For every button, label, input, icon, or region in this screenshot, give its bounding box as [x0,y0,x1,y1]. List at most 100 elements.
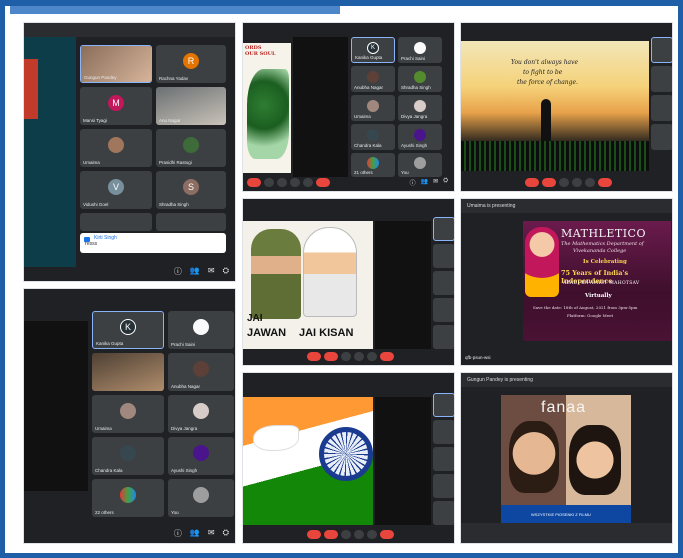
dove-shape [253,425,299,451]
activities-icon[interactable]: ⛭ [223,266,229,277]
dark-strip [461,523,672,543]
participant-tile[interactable] [156,213,226,231]
more-options-button[interactable] [367,352,377,361]
participant-tile[interactable]: R Rachna Yadav [156,45,226,83]
participant-tile[interactable] [433,271,454,295]
participant-tile[interactable]: Divya Jangra [168,395,234,433]
participant-tile[interactable]: Chandra Kala [351,124,395,150]
participant-tile[interactable]: K Kanika Gupta [351,37,395,63]
poster-foot: WSZYSTKIE PIOSENKI Z FILMU [531,512,591,517]
participant-tile[interactable]: Gungun Pandey [80,45,152,83]
more-options-button[interactable] [367,530,377,539]
participant-tile[interactable]: Umaima [351,95,395,121]
participant-name: Gungun Pandey [84,75,117,80]
more-options-button[interactable] [585,178,595,187]
present-button[interactable] [354,352,364,361]
info-icon[interactable]: ⓘ [410,178,416,187]
info-icon[interactable]: ⓘ [174,528,182,539]
poster-art [247,69,289,159]
participant-tile[interactable]: You [398,153,442,177]
walking-figure [541,99,551,145]
activities-icon[interactable]: ⛭ [443,178,448,187]
more-options-button[interactable] [303,178,313,187]
end-call-button[interactable] [316,178,330,187]
camera-off-button[interactable] [542,178,556,187]
participant-tile[interactable] [651,124,672,150]
participant-name: Mansi Tyagi [83,118,107,123]
end-call-button[interactable] [598,178,612,187]
people-icon[interactable]: 👥 [190,266,200,277]
participant-tile[interactable] [433,474,454,498]
participant-tile[interactable]: Anubha Nagar [168,353,234,391]
participant-tile[interactable] [433,393,454,417]
participant-tile[interactable] [92,353,164,391]
chat-icon[interactable]: ✉ [208,266,215,277]
present-button[interactable] [354,530,364,539]
participant-tile[interactable] [651,95,672,121]
present-button[interactable] [290,178,300,187]
camera-button[interactable] [264,178,274,187]
chat-toast[interactable]: Kirti Singh Yesss [80,233,226,253]
camera-off-button[interactable] [324,530,338,539]
participant-tile[interactable] [651,66,672,92]
participant-tile[interactable]: 22 others [92,479,164,517]
participant-tile[interactable]: Prasidhi Rastogi [156,129,226,167]
raise-hand-button[interactable] [559,178,569,187]
panel-topbar [24,23,235,37]
chat-icon[interactable]: ✉ [208,528,215,539]
participant-tile[interactable] [433,501,454,525]
participant-tile[interactable]: Prachi Saini [398,37,442,63]
raise-hand-button[interactable] [277,178,287,187]
end-call-button[interactable] [380,530,394,539]
participant-name: Shradha Singh [159,202,189,207]
avatar [108,136,124,153]
mic-off-button[interactable] [307,530,321,539]
present-button[interactable] [572,178,582,187]
participant-tile[interactable] [651,37,672,63]
camera-off-button[interactable] [324,352,338,361]
participant-tile[interactable] [433,325,454,349]
presentation-stage [375,397,431,525]
participant-tile[interactable] [433,420,454,444]
participant-tile[interactable]: Chandra Kala [92,437,164,475]
farmer-figure [303,227,357,317]
participant-tile[interactable]: M Mansi Tyagi [80,87,152,125]
participant-tile[interactable]: Anu Nagar [156,87,226,125]
participant-tile[interactable]: Umaima [80,129,152,167]
mic-off-button[interactable] [307,352,321,361]
participant-tile[interactable]: K Kanika Gupta [92,311,164,349]
participant-tile[interactable]: 21 others [351,153,395,177]
participant-name: Rachna Yadav [159,76,189,81]
participant-tile[interactable] [433,217,454,241]
participant-tile[interactable] [433,447,454,471]
participant-tile[interactable]: Umaima [92,395,164,433]
info-icon[interactable]: ⓘ [174,266,182,277]
participant-tile[interactable] [433,298,454,322]
end-call-button[interactable] [380,352,394,361]
mic-off-button[interactable] [247,178,261,187]
participant-tile[interactable]: Prachi Saini [168,311,234,349]
participant-tile[interactable]: Divya Jangra [398,95,442,121]
chat-icon[interactable]: ✉ [433,178,438,187]
participant-tile[interactable]: Shradha Singh [398,66,442,92]
call-controls [307,352,394,362]
avatar [193,444,209,461]
participant-tile[interactable]: V Vidushi Goel [80,171,152,209]
activities-icon[interactable]: ⛭ [223,528,229,539]
mic-off-button[interactable] [525,178,539,187]
participant-tile[interactable]: Ayushi Singh [168,437,234,475]
raise-hand-button[interactable] [341,530,351,539]
poster-text: Save the date: 18th of August, 2021 from… [533,305,638,310]
participant-tile[interactable]: S Shradha Singh [156,171,226,209]
participant-name: Anu Nagar [159,118,181,123]
participant-tile[interactable] [80,213,152,231]
avatar [193,402,209,419]
people-icon[interactable]: 👥 [421,178,428,187]
participant-tile[interactable] [433,244,454,268]
raise-hand-button[interactable] [341,352,351,361]
participant-tile[interactable]: Anubha Nagar [351,66,395,92]
people-icon[interactable]: 👥 [190,528,200,539]
participant-tile[interactable]: You [168,479,234,517]
avatar [367,128,379,141]
participant-tile[interactable]: Ayushi Singh [398,124,442,150]
